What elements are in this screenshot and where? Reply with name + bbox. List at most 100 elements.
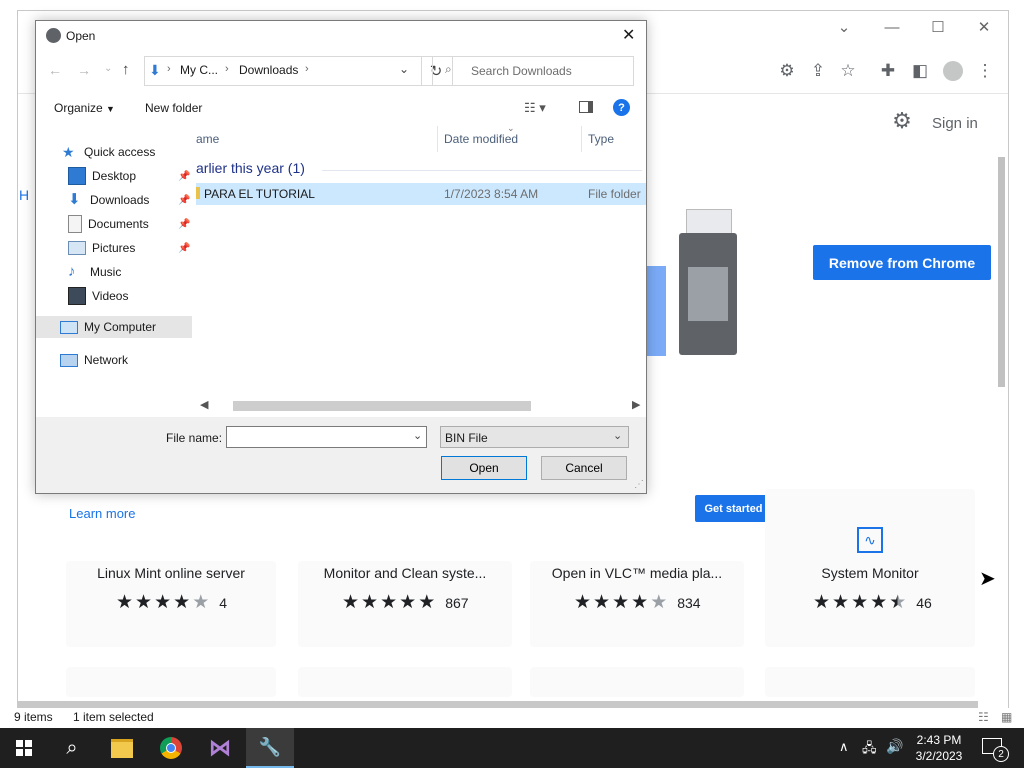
column-header-name[interactable]: ame xyxy=(196,132,219,146)
back-arrow-icon[interactable]: ← xyxy=(48,62,62,78)
item-count: 9 items xyxy=(14,710,53,724)
nav-label: Documents xyxy=(88,217,149,231)
column-divider[interactable] xyxy=(581,126,582,152)
star-icon: ★ xyxy=(116,592,134,613)
column-divider[interactable] xyxy=(437,126,438,152)
extensions-puzzle-icon[interactable]: ✚ xyxy=(876,59,900,83)
chrome-tab-search-icon[interactable]: ⌄ xyxy=(822,13,866,41)
learn-more-link[interactable]: Learn more xyxy=(69,506,135,521)
file-list: ame ⌄ Date modified Type arlier this yea… xyxy=(196,124,646,414)
extension-card[interactable]: Monitor and Clean syste... ★ ★ ★ ★ ★ 867 xyxy=(298,561,512,647)
help-icon[interactable]: ? xyxy=(613,99,630,116)
file-name-dropdown-icon[interactable]: ⌄ xyxy=(413,429,422,442)
usb-label xyxy=(688,267,728,321)
network-status-icon[interactable]: 🖧 xyxy=(862,739,877,761)
page-scrollbar-thumb[interactable] xyxy=(998,157,1005,387)
scrollbar-thumb[interactable] xyxy=(233,401,531,411)
nav-music[interactable]: ♪ Music xyxy=(68,261,121,283)
address-bar[interactable]: ⬇ › My C... › Downloads › ⌄ xyxy=(144,56,422,86)
visual-studio-icon[interactable]: ⋈ xyxy=(196,728,244,768)
column-header-date-modified[interactable]: Date modified xyxy=(444,132,518,146)
taskbar-chrome[interactable] xyxy=(147,728,195,768)
extension-card[interactable] xyxy=(66,667,276,697)
sign-in-link[interactable]: Sign in xyxy=(932,115,978,132)
resize-grip-icon[interactable]: ⋰ xyxy=(634,479,644,490)
open-button[interactable]: Open xyxy=(441,456,527,480)
star-icon: ★ xyxy=(870,592,888,613)
pin-icon[interactable]: 📌 xyxy=(178,195,190,206)
command-bar: Organize ▼ New folder ☷ ▾ ? xyxy=(36,95,646,123)
get-started-button[interactable]: Get started xyxy=(695,495,772,522)
address-dropdown-icon[interactable]: ⌄ xyxy=(399,62,409,76)
preview-pane-icon[interactable] xyxy=(579,101,593,113)
webstore-settings-gear-icon[interactable]: ⚙ xyxy=(890,108,914,133)
extension-card[interactable]: ∿ System Monitor ★ ★ ★ ★ ★ 46 xyxy=(765,489,975,647)
extension-card[interactable]: Open in VLC™ media pla... ★ ★ ★ ★ ★ 834 xyxy=(530,561,744,647)
group-header[interactable]: arlier this year (1) xyxy=(196,160,305,176)
downloads-arrow-icon: ⬇ xyxy=(149,62,161,78)
extension-card[interactable] xyxy=(530,667,744,697)
nav-videos[interactable]: Videos xyxy=(68,285,128,307)
network-icon xyxy=(60,353,78,367)
download-icon: ⬇ xyxy=(68,191,81,208)
large-icons-view-icon[interactable]: ▦ xyxy=(1001,710,1012,724)
breadcrumb-my-computer[interactable]: My C... xyxy=(180,63,218,77)
bookmark-star-icon[interactable]: ☆ xyxy=(836,59,860,83)
breadcrumb-downloads[interactable]: Downloads xyxy=(239,63,298,77)
organize-button[interactable]: Organize ▼ xyxy=(54,101,115,115)
search-icon[interactable]: ⌕ xyxy=(48,728,96,768)
scroll-left-icon[interactable]: ◀ xyxy=(200,398,208,411)
up-arrow-icon[interactable]: ↑ xyxy=(122,61,130,78)
file-type-select[interactable]: BIN File ⌄ xyxy=(440,426,629,448)
rating-stars: ★ ★ ★ ★ ★ 867 xyxy=(342,591,469,614)
nav-pictures[interactable]: Pictures xyxy=(68,237,135,259)
details-view-icon[interactable]: ☷ xyxy=(978,710,989,724)
chrome-close-button[interactable]: ✕ xyxy=(962,13,1006,41)
chrome-minimize-button[interactable]: — xyxy=(870,13,914,41)
clock-date: 3/2/2023 xyxy=(915,749,963,763)
taskbar-active-app-icon[interactable]: 🔧 xyxy=(246,728,294,768)
volume-icon[interactable]: 🔊 xyxy=(886,738,903,755)
profile-avatar-icon[interactable] xyxy=(943,61,963,81)
menu-kebab-icon[interactable]: ⋮ xyxy=(973,59,997,83)
forward-arrow-icon[interactable]: → xyxy=(77,62,91,78)
side-panel-icon[interactable]: ◧ xyxy=(908,59,932,83)
search-box[interactable]: ⌕ Search Downloads xyxy=(432,56,634,86)
nav-quick-access[interactable]: ★ Quick access xyxy=(62,141,155,163)
nav-desktop[interactable]: Desktop xyxy=(68,165,136,187)
table-row[interactable]: PARA EL TUTORIAL 1/7/2023 8:54 AM File f… xyxy=(196,183,646,205)
scroll-right-icon[interactable]: ▶ xyxy=(632,398,640,411)
pin-icon[interactable]: 📌 xyxy=(178,171,190,182)
dialog-close-button[interactable]: ✕ xyxy=(622,25,635,45)
extension-card[interactable] xyxy=(765,667,975,697)
view-options-icon[interactable]: ☷ ▾ xyxy=(524,100,546,116)
desktop-icon xyxy=(68,167,86,185)
chrome-maximize-button[interactable]: ☐ xyxy=(916,13,960,41)
cancel-button[interactable]: Cancel xyxy=(541,456,627,480)
file-name-input[interactable] xyxy=(226,426,427,448)
remove-from-chrome-button[interactable]: Remove from Chrome xyxy=(813,245,991,280)
pin-icon[interactable]: 📌 xyxy=(178,243,190,254)
nav-network[interactable]: Network xyxy=(60,349,128,371)
new-folder-button[interactable]: New folder xyxy=(145,101,202,115)
nav-downloads[interactable]: ⬇ Downloads xyxy=(68,189,149,211)
start-button[interactable] xyxy=(0,728,48,768)
show-hidden-icons-icon[interactable]: ∧ xyxy=(839,739,849,755)
dialog-footer: File name: ⌄ BIN File ⌄ Open Cancel ⋰ xyxy=(36,417,646,493)
recent-locations-icon[interactable]: ⌄ xyxy=(104,63,112,74)
extension-card[interactable]: Linux Mint online server ★ ★ ★ ★ ★ 4 xyxy=(66,561,276,647)
nav-documents[interactable]: Documents xyxy=(68,213,149,235)
extension-card[interactable] xyxy=(298,667,512,697)
settings-gear-icon[interactable]: ⚙ xyxy=(775,59,799,83)
column-header-type[interactable]: Type xyxy=(588,132,614,146)
share-icon[interactable]: ⇪ xyxy=(806,59,830,83)
nav-my-computer[interactable]: My Computer xyxy=(36,316,192,338)
rating-stars: ★ ★ ★ ★ ★ 4 xyxy=(116,591,227,614)
pin-icon[interactable]: 📌 xyxy=(178,219,190,230)
file-list-horizontal-scrollbar[interactable]: ◀ ▶ xyxy=(196,397,646,414)
clock[interactable]: 2:43 PM 3/2/2023 xyxy=(912,732,966,764)
taskbar-file-explorer[interactable] xyxy=(98,728,146,768)
extension-card-title: Open in VLC™ media pla... xyxy=(551,565,723,581)
rating-stars: ★ ★ ★ ★ ★ 46 xyxy=(813,591,932,614)
clock-time: 2:43 PM xyxy=(916,733,962,747)
